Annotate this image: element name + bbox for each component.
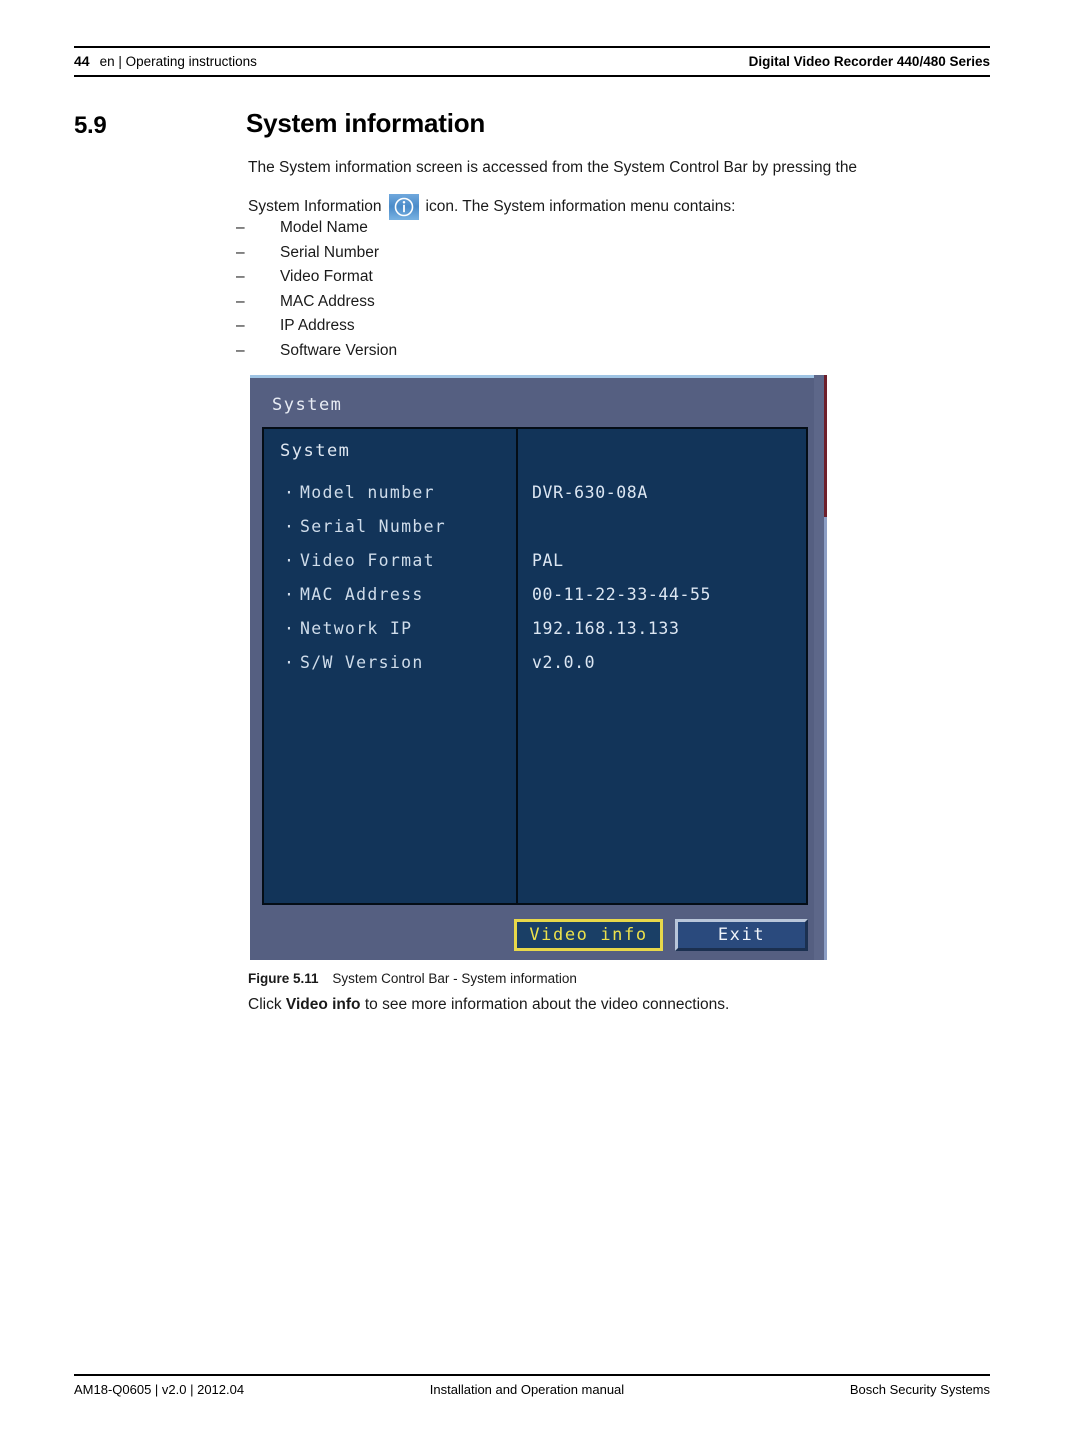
list-item: – MAC Address: [236, 293, 397, 318]
list-item-label: Video Format: [280, 268, 373, 285]
table-row[interactable]: Model number DVR-630-08A: [264, 475, 806, 509]
list-bullet-dash: –: [236, 341, 245, 359]
list-item: – Serial Number: [236, 244, 397, 269]
icon-paragraph-after: icon. The System information menu contai…: [425, 198, 736, 216]
list-bullet-dash: –: [236, 268, 245, 285]
system-information-icon: [388, 194, 419, 220]
footer-manual-title: Installation and Operation manual: [429, 1381, 625, 1397]
dvr-content-panel: System Model number DVR-630-08A Serial N…: [262, 427, 808, 905]
list-bullet-dash: –: [236, 219, 245, 236]
row-label-video-format: Video Format: [284, 551, 435, 570]
after-figure-after: to see more information about the video …: [360, 996, 730, 1013]
footer-row: AM18-Q0605 | v2.0 | 2012.04 Installation…: [74, 1376, 990, 1397]
row-label-model-number: Model number: [284, 483, 435, 502]
footer-company: Bosch Security Systems: [849, 1381, 990, 1397]
list-item: – Model Name: [236, 219, 397, 244]
after-figure-paragraph: Click Video info to see more information…: [248, 996, 729, 1014]
list-item: – IP Address: [236, 317, 397, 342]
feature-list: – Model Name – Serial Number – Video For…: [236, 219, 397, 366]
header-row: 44 en | Operating instructions Digital V…: [74, 48, 990, 75]
row-value-model-number: DVR-630-08A: [532, 482, 648, 502]
list-item-label: Serial Number: [280, 243, 380, 261]
row-label-serial-number: Serial Number: [284, 517, 446, 536]
row-value-video-format: PAL: [532, 550, 564, 570]
row-label-mac-address: MAC Address: [284, 585, 424, 604]
figure-number: 5.11: [293, 971, 319, 986]
window-top-highlight: [250, 375, 816, 378]
figure-caption-text: System Control Bar - System information: [332, 971, 577, 986]
table-row[interactable]: Serial Number: [264, 509, 806, 543]
page-header: 44 en | Operating instructions Digital V…: [74, 46, 990, 77]
after-figure-before: Click: [248, 996, 286, 1013]
table-row[interactable]: Network IP 192.168.13.133: [264, 611, 806, 645]
row-value-mac-address: 00-11-22-33-44-55: [532, 584, 712, 604]
header-left: 44 en | Operating instructions: [74, 53, 257, 69]
dvr-info-table: Model number DVR-630-08A Serial Number V…: [264, 475, 806, 679]
list-item-label: Software Version: [280, 341, 398, 359]
list-bullet-dash: –: [236, 292, 245, 310]
video-info-button[interactable]: Video info: [514, 919, 663, 951]
figure-label: Figure: [248, 971, 290, 986]
window-right-strip-lower: [824, 517, 827, 960]
exit-button[interactable]: Exit: [675, 919, 808, 951]
dvr-system-information-screenshot: System System Model number DVR-630-08A S…: [250, 375, 827, 960]
dvr-window-title: System: [272, 395, 343, 415]
row-label-sw-version: S/W Version: [284, 653, 424, 672]
after-figure-bold: Video info: [285, 996, 361, 1013]
product-title: Digital Video Recorder 440/480 Series: [748, 54, 990, 69]
list-item: – Software Version: [236, 342, 397, 367]
icon-paragraph: System Information icon. The System info…: [248, 194, 735, 220]
page-footer: AM18-Q0605 | v2.0 | 2012.04 Installation…: [74, 1374, 990, 1397]
list-item-label: Model Name: [280, 219, 368, 236]
list-item: – Video Format: [236, 268, 397, 293]
figure-caption: Figure 5.11 System Control Bar - System …: [248, 971, 577, 986]
list-item-label: MAC Address: [280, 292, 375, 310]
table-row[interactable]: S/W Version v2.0.0: [264, 645, 806, 679]
dvr-section-label: System: [280, 441, 351, 461]
page-number: 44: [74, 53, 90, 69]
page-title: System information: [246, 108, 486, 138]
list-bullet-dash: –: [236, 317, 245, 334]
footer-document-id: AM18-Q0605 | v2.0 | 2012.04: [74, 1381, 245, 1397]
window-right-accent-line: [824, 375, 827, 517]
row-value-network-ip: 192.168.13.133: [532, 618, 680, 638]
list-item-label: IP Address: [280, 317, 355, 334]
intro-paragraph: The System information screen is accesse…: [248, 159, 858, 176]
window-right-strip: [814, 375, 824, 960]
list-bullet-dash: –: [236, 243, 245, 261]
row-value-sw-version: v2.0.0: [532, 652, 596, 672]
table-row[interactable]: Video Format PAL: [264, 543, 806, 577]
row-label-network-ip: Network IP: [284, 619, 412, 638]
header-rule-bottom: [74, 75, 990, 77]
table-row[interactable]: MAC Address 00-11-22-33-44-55: [264, 577, 806, 611]
icon-paragraph-before: System Information: [248, 198, 382, 216]
section-number: 5.9: [74, 112, 107, 139]
breadcrumb: en | Operating instructions: [99, 54, 257, 69]
